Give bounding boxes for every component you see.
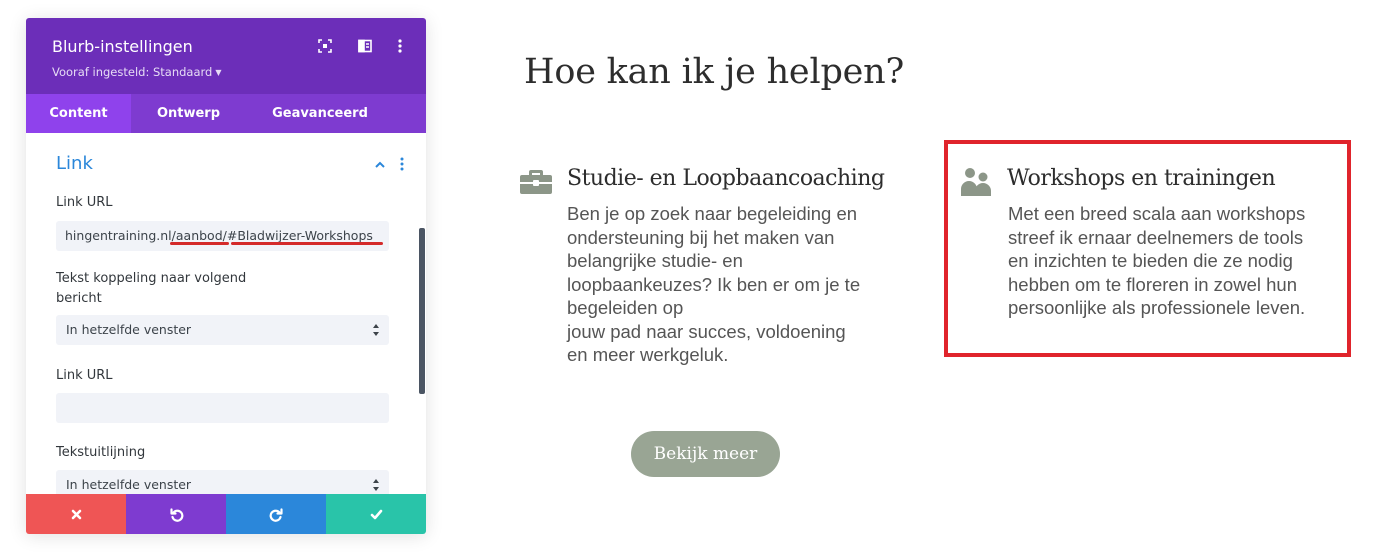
link-url-label: Link URL	[56, 195, 113, 210]
undo-icon	[169, 507, 183, 522]
text-line: en inzichten te bieden die ze nodig	[1008, 250, 1293, 271]
caret-down-icon: ▼	[215, 68, 222, 77]
page-heading: Hoe kan ik je helpen?	[524, 52, 905, 92]
blurb-title-workshops: Workshops en trainingen	[1007, 166, 1276, 191]
preset-dropdown[interactable]: Vooraf ingesteld: Standaard ▼	[52, 65, 222, 79]
redo-button[interactable]	[226, 494, 326, 534]
check-icon	[370, 509, 382, 519]
link-url-2-label: Link URL	[56, 368, 113, 383]
blurb-text-workshops: Met een breed scala aan workshops streef…	[1008, 202, 1305, 320]
text-line: streef ik ernaar deelnemers de tools	[1008, 226, 1304, 248]
link-target-value: In hetzelfde venster	[66, 322, 192, 337]
expand-icon[interactable]	[317, 38, 333, 54]
text-alignment-label: Tekstuitlijning	[56, 445, 146, 460]
text-alignment-select[interactable]: In hetzelfde venster	[56, 470, 389, 494]
cancel-button[interactable]	[26, 494, 126, 534]
tab-geavanceerd[interactable]: Geavanceerd	[246, 94, 394, 133]
text-alignment-value: In hetzelfde venster	[66, 477, 192, 492]
preset-label: Vooraf ingesteld: Standaard	[52, 65, 213, 79]
split-view-icon[interactable]	[357, 38, 373, 54]
link-url-input[interactable]: hingentraining.nl/aanbod/#Bladwijzer-Wor…	[56, 221, 389, 251]
redo-icon	[269, 507, 283, 522]
blurb-title-coaching: Studie- en Loopbaancoaching	[567, 166, 885, 191]
text-line: jouw pad naar succes, voldoening	[567, 320, 846, 342]
panel-footer	[26, 494, 426, 534]
panel-tabs: Content Ontwerp Geavanceerd	[26, 94, 426, 133]
more-vertical-icon[interactable]	[392, 38, 408, 54]
link-url-2-input[interactable]	[56, 393, 389, 423]
select-arrows-icon	[373, 324, 379, 336]
section-title-link[interactable]: Link	[56, 153, 93, 174]
tab-ontwerp[interactable]: Ontwerp	[131, 94, 246, 133]
panel-header: Blurb-instellingen Vooraf ingesteld: Sta…	[26, 18, 426, 94]
close-icon	[71, 509, 81, 519]
annotation-underline	[231, 242, 383, 245]
bekijk-meer-button[interactable]: Bekijk meer	[631, 431, 780, 477]
undo-button[interactable]	[126, 494, 226, 534]
panel-scrollbar[interactable]	[419, 228, 425, 394]
text-line: ondersteuning bij het maken van	[567, 226, 835, 248]
link-target-select[interactable]: In hetzelfde venster	[56, 315, 389, 345]
chevron-up-icon[interactable]	[373, 158, 387, 172]
blurb-text-coaching: Ben je op zoek naar begeleiding en onder…	[567, 202, 860, 367]
text-line: en meer werkgeluk.	[567, 344, 729, 365]
text-line: hebben om te floreren in zowel hun	[1008, 273, 1297, 295]
annotation-underline	[170, 242, 229, 245]
text-line: belangrijke studie- en	[567, 250, 743, 271]
text-line: Ben je op zoek naar begeleiding en	[567, 203, 858, 224]
tab-content[interactable]: Content	[26, 94, 131, 133]
text-line: persoonlijke als professionele leven.	[1008, 297, 1306, 318]
save-button[interactable]	[326, 494, 426, 534]
link-target-label: Tekst koppeling naar volgend bericht	[56, 271, 247, 306]
briefcase-icon	[519, 169, 553, 195]
text-line: loopbaankeuzes? Ik ben er om je te	[567, 273, 861, 295]
panel-body: Link Link URL hingentraining.nl/aanbod/#…	[26, 133, 426, 494]
section-more-icon[interactable]	[395, 156, 409, 172]
panel-title: Blurb-instellingen	[52, 37, 193, 56]
text-line: Met een breed scala aan workshops	[1008, 203, 1306, 224]
blurb-settings-panel: Blurb-instellingen Vooraf ingesteld: Sta…	[26, 18, 426, 534]
users-icon	[959, 166, 993, 198]
text-line: begeleiden op	[567, 297, 684, 318]
select-arrows-icon	[373, 479, 379, 491]
